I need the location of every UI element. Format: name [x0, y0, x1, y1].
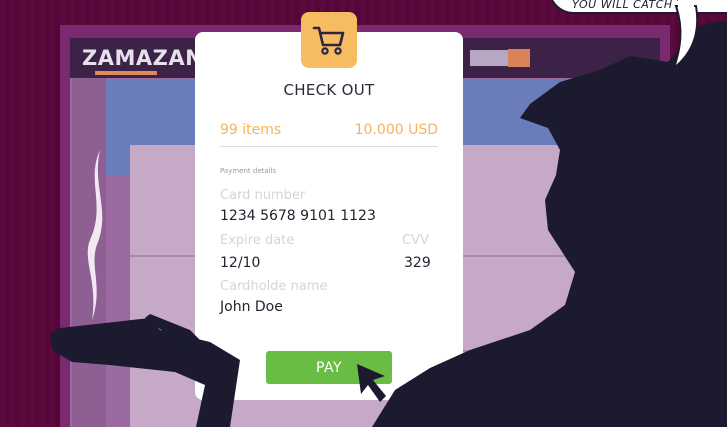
mouse-cursor-icon [357, 364, 386, 402]
speech-bubble-tail [671, 0, 699, 71]
scene: ZAMAZAN CHECK OUT 99 items 10.000 USD Pa… [0, 0, 727, 427]
